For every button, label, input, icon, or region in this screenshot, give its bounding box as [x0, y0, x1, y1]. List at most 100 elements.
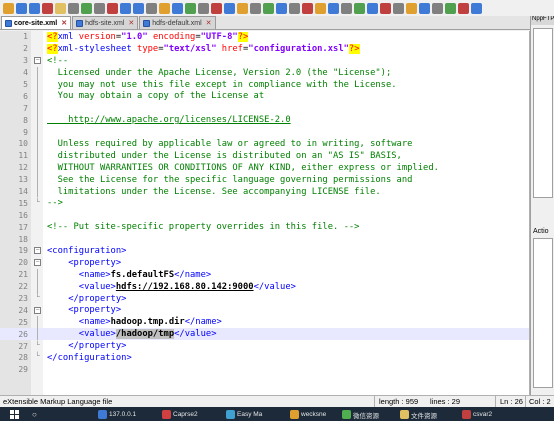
tab-hdfs-site[interactable]: hdfs-site.xml ✕: [72, 16, 139, 29]
taskbar-item[interactable]: csvar2: [462, 409, 492, 420]
tab-core-site[interactable]: core-site.xml ✕: [1, 16, 72, 29]
status-lines: lines : 29: [430, 397, 461, 406]
code-line[interactable]: 29: [0, 364, 529, 376]
taskbar-item[interactable]: 137.0.0.1: [98, 409, 136, 420]
toolbar-button-icon[interactable]: [211, 2, 222, 14]
taskbar-item[interactable]: 文件资源: [400, 409, 437, 420]
toolbar-button-icon[interactable]: [68, 2, 79, 14]
code-line[interactable]: 12 WITHOUT WARRANTIES OR CONDITIONS OF A…: [0, 161, 529, 174]
toolbar-button-icon[interactable]: [159, 2, 170, 14]
toolbar-button-icon[interactable]: [224, 2, 235, 14]
toolbar-button-icon[interactable]: [250, 2, 261, 14]
close-icon[interactable]: ✕: [61, 19, 67, 27]
toolbar-button-icon[interactable]: [42, 2, 53, 14]
toolbar-button-icon[interactable]: [185, 2, 196, 14]
code-line[interactable]: 17 <!-- Put site-specific property overri…: [0, 221, 529, 233]
toolbar-button-icon[interactable]: [445, 2, 456, 14]
fold-toggle-icon[interactable]: −: [34, 259, 41, 267]
fold-toggle-icon[interactable]: −: [34, 247, 41, 255]
code-line[interactable]: 10 Unless required by applicable law or …: [0, 138, 529, 150]
code-line[interactable]: 2 <?xml-stylesheet type="text/xsl" href="…: [0, 43, 529, 55]
toolbar-button-icon[interactable]: [55, 2, 66, 14]
close-icon[interactable]: ✕: [128, 19, 134, 27]
code-line[interactable]: 24− <property>: [0, 304, 529, 316]
code-line[interactable]: 20− <property>: [0, 257, 529, 269]
line-number: 21: [18, 270, 28, 280]
toolbar-button-icon[interactable]: [263, 2, 274, 14]
code-line[interactable]: 1 <?xml version="1.0" encoding="UTF-8"?>: [0, 31, 529, 43]
toolbar-button-icon[interactable]: [107, 2, 118, 14]
toolbar-button-icon[interactable]: [198, 2, 209, 14]
taskbar-item-label: csvar2: [473, 411, 493, 418]
search-icon[interactable]: ○: [32, 409, 37, 420]
code-line[interactable]: 3− <!--: [0, 55, 529, 67]
fold-toggle-icon[interactable]: −: [34, 57, 41, 65]
toolbar-button-icon[interactable]: [94, 2, 105, 14]
code-line[interactable]: 15 └ -->: [0, 197, 529, 209]
code-line[interactable]: 26 <value>/hadoop/tmp</value>: [0, 328, 529, 341]
fold-toggle-icon[interactable]: −: [34, 306, 41, 314]
code-line[interactable]: 13 See the License for the specific lang…: [0, 173, 529, 186]
toolbar-button-icon[interactable]: [328, 2, 339, 14]
toolbar-button-icon[interactable]: [380, 2, 391, 14]
code-line[interactable]: 6 You may obtain a copy of the License a…: [0, 90, 529, 103]
windows-start-icon[interactable]: [10, 410, 19, 419]
toolbar-button-icon[interactable]: [276, 2, 287, 14]
toolbar-button-icon[interactable]: [237, 2, 248, 14]
code-line[interactable]: 21 <name>fs.defaultFS</name>: [0, 268, 529, 281]
code-editor[interactable]: 1 <?xml version="1.0" encoding="UTF-8"?> 2…: [0, 31, 530, 395]
taskbar-item[interactable]: Caprse2: [162, 409, 198, 420]
toolbar-button-icon[interactable]: [471, 2, 482, 14]
code-line[interactable]: 27 └ </property>: [0, 340, 529, 352]
code-line[interactable]: 7: [0, 102, 529, 115]
code-text: </configuration>: [47, 352, 132, 363]
ftp-action-list[interactable]: [533, 238, 553, 388]
toolbar-button-icon[interactable]: [315, 2, 326, 14]
toolbar-button-icon[interactable]: [393, 2, 404, 14]
code-line[interactable]: 19− <configuration>: [0, 245, 529, 257]
toolbar-button-icon[interactable]: [354, 2, 365, 14]
code-line[interactable]: 11 distributed under the License is dist…: [0, 149, 529, 162]
toolbar-button-icon[interactable]: [367, 2, 378, 14]
code-line[interactable]: 16: [0, 209, 529, 221]
toolbar-button-icon[interactable]: [81, 2, 92, 14]
code-text: you may not use this file except in comp…: [47, 79, 397, 90]
toolbar-button-icon[interactable]: [302, 2, 313, 14]
toolbar-button-icon[interactable]: [29, 2, 40, 14]
toolbar-button-icon[interactable]: [172, 2, 183, 14]
toolbar-button-icon[interactable]: [458, 2, 469, 14]
status-length: length : 959: [379, 397, 419, 406]
toolbar-button-icon[interactable]: [289, 2, 300, 14]
toolbar-button-icon[interactable]: [146, 2, 157, 14]
toolbar-button-icon[interactable]: [3, 2, 14, 14]
line-number: 12: [18, 163, 28, 173]
toolbar-button-icon[interactable]: [16, 2, 27, 14]
code-line[interactable]: 4 Licensed under the Apache License, Ver…: [0, 66, 529, 79]
code-line[interactable]: 5 you may not use this file except in co…: [0, 78, 529, 91]
code-line[interactable]: 18: [0, 233, 529, 245]
toolbar-button-icon[interactable]: [432, 2, 443, 14]
toolbar-button-icon[interactable]: [406, 2, 417, 14]
toolbar-button-icon[interactable]: [341, 2, 352, 14]
tab-hdfs-default[interactable]: hdfs-default.xml ✕: [139, 16, 216, 29]
toolbar-button-icon[interactable]: [419, 2, 430, 14]
toolbar-button-icon[interactable]: [120, 2, 131, 14]
main-toolbar: [0, 0, 530, 16]
code-line[interactable]: 14 limitations under the License. See ac…: [0, 185, 529, 198]
code-line[interactable]: 23 └ </property>: [0, 293, 529, 305]
code-line[interactable]: 22 <value>hdfs://192.168.80.142:9000</va…: [0, 280, 529, 293]
close-icon[interactable]: ✕: [206, 19, 212, 27]
code-text: </property>: [68, 293, 127, 304]
code-line[interactable]: 28 └ </configuration>: [0, 352, 529, 364]
taskbar-item[interactable]: wecksne: [290, 409, 326, 420]
code-line[interactable]: 25 <name>hadoop.tmp.dir</name>: [0, 316, 529, 329]
fold-line-marker: [37, 78, 38, 91]
code-line[interactable]: 9: [0, 126, 529, 139]
toolbar-button-icon[interactable]: [133, 2, 144, 14]
ftp-tree-view[interactable]: [533, 28, 553, 198]
taskbar-item[interactable]: Easy Ma: [226, 409, 262, 420]
taskbar-item[interactable]: 微信资源: [342, 409, 379, 420]
code-text: distributed under the License is distrib…: [47, 150, 402, 161]
fold-line-marker: [37, 138, 38, 150]
code-line[interactable]: 8 http://www.apache.org/licenses/LICENSE…: [0, 114, 529, 127]
